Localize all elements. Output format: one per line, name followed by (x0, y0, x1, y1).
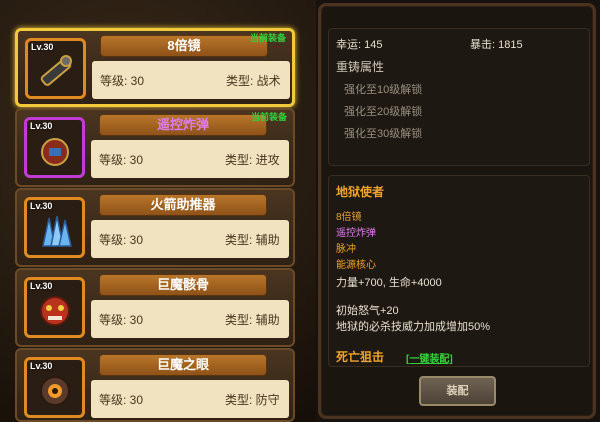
item-card-remote-bomb[interactable]: Lv.30 遥控炸弹 当前装备 等级: 30 类型: 进攻 (15, 108, 295, 187)
item-level-badge: Lv.30 (30, 361, 53, 371)
item-icon-frame: Lv.30 (24, 357, 85, 418)
item-level: 等级: 30 (99, 313, 144, 327)
scope-icon (40, 55, 72, 86)
item-info-bar: 等级: 30 类型: 防守 (91, 380, 289, 418)
item-card-rocket-booster[interactable]: Lv.30 火箭助推器 等级: 30 类型: 辅助 (15, 188, 295, 267)
crit-stat: 暴击: 1815 (470, 39, 523, 51)
item-info-bar: 等级: 30 类型: 辅助 (91, 220, 289, 258)
item-icon-frame: Lv.30 (24, 117, 85, 178)
item-type: 类型: 防守 (225, 393, 280, 407)
item-name: 巨魔骸骨 (156, 277, 209, 292)
set-member: 能源核心 (336, 260, 376, 271)
set-bonus-panel (328, 175, 590, 367)
reforge-unlock-10: 强化至10级解锁 (344, 84, 423, 96)
item-type: 类型: 辅助 (225, 313, 280, 327)
bomb-icon (41, 138, 69, 166)
item-type: 类型: 进攻 (225, 153, 280, 167)
reforge-unlock-30: 强化至30级解锁 (344, 128, 423, 140)
item-level: 等级: 30 (99, 393, 144, 407)
item-name-bar: 巨魔骸骨 (99, 274, 267, 296)
item-name-bar: 火箭助推器 (99, 194, 267, 216)
item-level-badge: Lv.30 (30, 201, 53, 211)
item-icon-frame: Lv.30 (24, 277, 85, 338)
item-info-bar: 等级: 30 类型: 进攻 (91, 140, 289, 178)
item-info-bar: 等级: 30 类型: 辅助 (91, 300, 289, 338)
item-name-bar: 巨魔之眼 (99, 354, 267, 376)
item-level-badge: Lv.30 (30, 121, 53, 131)
item-name: 巨魔之眼 (156, 357, 209, 372)
item-icon-frame: Lv.30 (24, 197, 85, 258)
item-level: 等级: 30 (99, 153, 144, 167)
item-level: 等级: 30 (99, 233, 144, 247)
set-title: 地狱使者 (336, 185, 385, 199)
set-member: 遥控炸弹 (336, 228, 376, 239)
set-member: 脉冲 (336, 244, 356, 255)
item-type: 类型: 辅助 (225, 233, 280, 247)
item-name-bar: 8倍镜 (100, 35, 268, 57)
item-level-badge: Lv.30 (31, 42, 54, 52)
item-info-bar: 等级: 30 类型: 战术 (92, 61, 290, 99)
item-card-troll-eye[interactable]: Lv.30 巨魔之眼 等级: 30 类型: 防守 (15, 348, 295, 422)
set-bonus-skill: 地狱的必杀技威力加成增加50% (336, 321, 491, 333)
item-name: 火箭助推器 (150, 197, 216, 212)
item-name: 8倍镜 (167, 38, 201, 53)
item-type: 类型: 战术 (226, 74, 281, 88)
set-bonus-stats: 力量+700, 生命+4000 (336, 277, 442, 289)
set2-title: 死亡狙击 (336, 350, 385, 364)
troll-skull-icon (40, 296, 70, 326)
quick-equip-link[interactable]: [一键装配] (406, 350, 453, 365)
reforge-title: 重铸属性 (336, 60, 385, 74)
item-level-badge: Lv.30 (30, 281, 53, 291)
equipped-label: 当前装备 (249, 33, 286, 43)
item-icon-frame: Lv.30 (25, 38, 86, 99)
reforge-unlock-20: 强化至20级解锁 (344, 106, 423, 118)
item-card-8x-scope[interactable]: Lv.30 8倍镜 当前装备 等级: 30 类型: 战术 (15, 28, 295, 107)
item-level: 等级: 30 (100, 74, 145, 88)
set-bonus-rage: 初始怒气+20 (336, 305, 399, 317)
item-name-bar: 遥控炸弹 (99, 114, 267, 136)
troll-eye-icon (40, 376, 70, 406)
item-card-troll-skull[interactable]: Lv.30 巨魔骸骨 等级: 30 类型: 辅助 (15, 268, 295, 347)
luck-stat: 幸运: 145 (336, 39, 383, 51)
item-name: 遥控炸弹 (156, 117, 209, 132)
equipped-label: 当前装备 (250, 112, 287, 122)
set-member: 8倍镜 (336, 212, 362, 223)
rocket-booster-icon (42, 215, 72, 247)
equip-button[interactable]: 装配 (419, 376, 496, 406)
